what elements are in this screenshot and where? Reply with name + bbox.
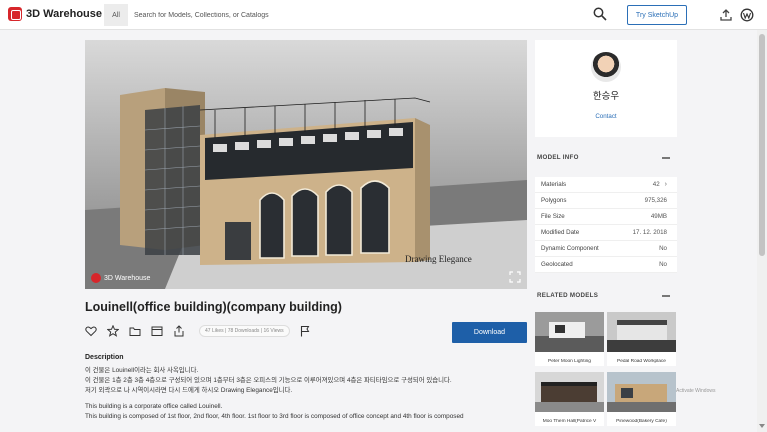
info-row-file-size: File Size 49MB bbox=[535, 209, 677, 225]
report-flag-icon[interactable] bbox=[300, 325, 310, 337]
related-model-card[interactable]: Moo Them Hall(Patrice V bbox=[535, 372, 604, 426]
info-label: Modified Date bbox=[541, 229, 580, 236]
search-scope-select[interactable]: All bbox=[104, 4, 128, 26]
model-info-heading: MODEL INFO bbox=[537, 154, 579, 161]
contact-link[interactable]: Contact bbox=[535, 113, 677, 120]
author-avatar[interactable] bbox=[591, 52, 621, 82]
info-value: No bbox=[659, 261, 667, 268]
info-label: Dynamic Component bbox=[541, 245, 599, 252]
related-title: Peter Moon Lighting bbox=[548, 359, 591, 364]
info-row-geolocated: Geolocated No bbox=[535, 257, 677, 273]
site-name: 3D Warehouse bbox=[26, 8, 103, 20]
search-icon[interactable] bbox=[593, 7, 607, 21]
model-actions: 47 Likes | 78 Downloads | 16 Views bbox=[85, 325, 310, 337]
model-stats: 47 Likes | 78 Downloads | 16 Views bbox=[199, 325, 290, 337]
info-value: 49MB bbox=[650, 213, 667, 220]
author-name[interactable]: 한승우 bbox=[535, 88, 677, 102]
related-model-card[interactable]: Pinewood(Bakery Cafe) bbox=[607, 372, 676, 426]
fullscreen-icon[interactable] bbox=[509, 271, 521, 283]
description-line: 이 건물은 Louinell이라는 회사 사옥입니다. bbox=[85, 367, 199, 374]
site-logo[interactable]: 3D Warehouse bbox=[8, 7, 102, 21]
related-thumbnail bbox=[535, 312, 604, 352]
scroll-down-arrow-icon[interactable] bbox=[759, 423, 765, 429]
related-models-heading: RELATED MODELS bbox=[537, 292, 599, 299]
collapse-icon[interactable] bbox=[662, 295, 670, 297]
search-input[interactable] bbox=[128, 11, 568, 19]
add-to-collection-icon[interactable] bbox=[129, 325, 141, 337]
info-label: File Size bbox=[541, 213, 565, 220]
description-line: This building is a corporate office call… bbox=[85, 403, 223, 410]
related-thumbnail bbox=[607, 312, 676, 352]
system-watermark: Activate Windows bbox=[676, 388, 716, 394]
viewer-watermark: 3D Warehouse bbox=[91, 273, 150, 283]
description-line: 저기 외곽으로 나 시역이시라면 다시 드에게 하시오 Drawing Eleg… bbox=[85, 387, 293, 394]
model-preview-image: Drawing Elegance bbox=[85, 40, 527, 289]
related-thumbnail bbox=[607, 372, 676, 412]
info-row-polygons: Polygons 975,326 bbox=[535, 193, 677, 209]
chevron-right-icon: › bbox=[664, 181, 667, 188]
search-bar: All bbox=[103, 4, 610, 26]
embed-icon[interactable] bbox=[151, 325, 163, 337]
favorite-star-icon[interactable] bbox=[107, 325, 119, 337]
info-label: Geolocated bbox=[541, 261, 573, 268]
info-value: 975,326 bbox=[644, 197, 667, 204]
warehouse-logo-icon bbox=[8, 7, 22, 21]
info-value: No bbox=[659, 245, 667, 252]
related-title: Pinewood(Bakery Cafe) bbox=[616, 419, 667, 424]
info-value: 17. 12. 2018 bbox=[632, 229, 667, 236]
info-row-materials[interactable]: Materials 42 › bbox=[535, 177, 677, 193]
info-label: Polygons bbox=[541, 197, 567, 204]
top-bar: 3D Warehouse All Try SketchUp bbox=[0, 0, 767, 30]
info-label: Materials bbox=[541, 181, 567, 188]
related-model-card[interactable]: Pedal Road Workplace bbox=[607, 312, 676, 366]
related-title: Moo Them Hall(Patrice V bbox=[542, 419, 597, 424]
info-row-dynamic-component: Dynamic Component No bbox=[535, 241, 677, 257]
author-card: 한승우 Contact bbox=[535, 40, 677, 137]
share-icon[interactable] bbox=[173, 325, 185, 337]
description-heading: Description bbox=[85, 354, 124, 361]
info-row-modified-date: Modified Date 17. 12. 2018 bbox=[535, 225, 677, 241]
try-sketchup-button[interactable]: Try SketchUp bbox=[627, 5, 687, 25]
model-viewer[interactable]: Drawing Elegance 3D Warehouse bbox=[85, 40, 527, 289]
related-title: Pedal Road Workplace bbox=[617, 359, 666, 364]
warehouse-badge-icon bbox=[91, 273, 101, 283]
info-value: 42 bbox=[652, 181, 660, 188]
collapse-icon[interactable] bbox=[662, 157, 670, 159]
description-line: 이 건물은 1층 2층 3층 4층으로 구성되어 있으며 1층부터 3층은 오피… bbox=[85, 377, 452, 384]
model-info-table: Materials 42 › Polygons 975,326 File Size… bbox=[535, 177, 677, 273]
viewer-watermark-text: 3D Warehouse bbox=[104, 274, 151, 282]
upload-icon[interactable] bbox=[719, 8, 733, 22]
user-menu-icon[interactable] bbox=[740, 8, 754, 22]
svg-text:Drawing Elegance: Drawing Elegance bbox=[405, 254, 472, 264]
related-thumbnail bbox=[535, 372, 604, 412]
model-title: Louinell(office building)(company buildi… bbox=[85, 300, 342, 314]
related-model-card[interactable]: Peter Moon Lighting bbox=[535, 312, 604, 366]
scrollbar-thumb[interactable] bbox=[759, 34, 765, 256]
like-icon[interactable] bbox=[85, 325, 97, 337]
description-line: This building is composed of 1st floor, … bbox=[85, 413, 464, 420]
description-text: 이 건물은 Louinell이라는 회사 사옥입니다. 이 건물은 1층 2층 … bbox=[85, 366, 525, 422]
download-button[interactable]: Download bbox=[452, 322, 527, 343]
page-scrollbar[interactable] bbox=[757, 30, 767, 432]
